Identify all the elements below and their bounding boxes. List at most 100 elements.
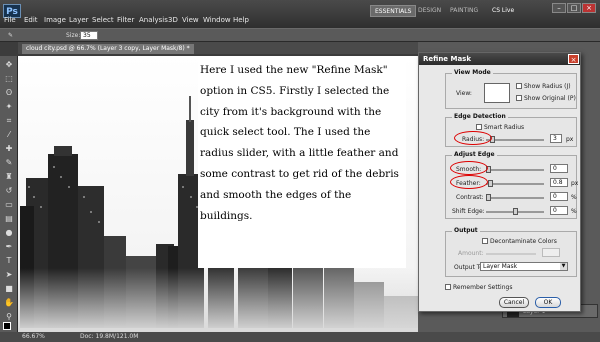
minimize-icon[interactable]: – [552, 3, 566, 13]
document-canvas[interactable]: Here I used the new "Refine Mask" option… [18, 56, 418, 332]
maximize-icon[interactable]: □ [567, 3, 581, 13]
edge-detection-title: Edge Detection [452, 113, 508, 120]
smooth-slider[interactable] [486, 166, 544, 173]
crop-tool-icon[interactable]: ⌗ [4, 116, 14, 126]
contrast-slider-knob[interactable] [486, 194, 491, 201]
amount-input[interactable] [542, 248, 560, 257]
close-icon[interactable]: × [582, 3, 596, 13]
view-mode-title: View Mode [452, 69, 493, 76]
dialog-close-icon[interactable]: × [568, 54, 579, 64]
menu-analysis[interactable]: Analysis [139, 16, 168, 24]
menu-bar: Ps File Edit Image Layer Select Filter A… [0, 0, 600, 28]
radius-highlight-circle [454, 131, 492, 145]
show-radius-label: Show Radius (J) [524, 83, 571, 90]
radius-unit: px [566, 136, 574, 143]
shape-tool-icon[interactable]: ■ [4, 284, 14, 294]
ok-button[interactable]: OK [535, 297, 561, 308]
show-original-label: Show Original (P) [524, 95, 576, 102]
decontaminate-label: Decontaminate Colors [490, 238, 557, 245]
tools-panel: ✥ ⬚ ʘ ✦ ⌗ ⁄ ✚ ✎ ♜ ↺ ▭ ▤ ● ✒ T ➤ ■ ✋ ⚲ [0, 56, 18, 332]
cancel-button[interactable]: Cancel [499, 297, 529, 308]
view-mode-selector[interactable] [484, 83, 510, 103]
refine-mask-dialog: Refine Mask × View Mode View: Show Radiu… [418, 52, 581, 312]
path-select-icon[interactable]: ➤ [4, 270, 14, 280]
foreground-color[interactable] [3, 322, 11, 330]
marquee-tool-icon[interactable]: ⬚ [4, 74, 14, 84]
quick-select-tool-icon[interactable]: ✦ [4, 102, 14, 112]
healing-tool-icon[interactable]: ✚ [4, 144, 14, 154]
type-tool-icon[interactable]: T [4, 256, 14, 266]
shift-edge-unit: % [571, 208, 577, 215]
output-to-select[interactable]: Layer Mask [480, 262, 568, 271]
adjust-edge-group: Adjust Edge Smooth: 0 Feather: 0.8 px Co… [445, 151, 579, 219]
amount-slider[interactable] [486, 253, 536, 255]
adjust-edge-title: Adjust Edge [452, 151, 497, 158]
output-group: Output Decontaminate Colors Amount: Outp… [445, 227, 577, 277]
dialog-title: Refine Mask [419, 53, 580, 65]
workspace-design[interactable]: DESIGN [414, 5, 445, 17]
shift-edge-input[interactable]: 0 [550, 206, 568, 215]
contrast-label: Contrast: [456, 194, 484, 201]
menu-view[interactable]: View [182, 16, 199, 24]
contrast-slider[interactable] [486, 194, 544, 201]
feather-input[interactable]: 0.8 [550, 178, 568, 187]
decontaminate-checkbox[interactable] [482, 238, 488, 244]
zoom-tool-icon[interactable]: ⚲ [4, 312, 14, 322]
shift-edge-slider[interactable] [486, 208, 544, 215]
workspace-painting[interactable]: PAINTING [446, 5, 482, 17]
status-bar: 66.67% Doc: 19.8M/121.0M [0, 332, 600, 342]
menu-file[interactable]: File [4, 16, 16, 24]
edge-detection-group: Edge Detection Smart Radius Radius: 3 px [445, 113, 577, 147]
remember-settings-label: Remember Settings [453, 284, 513, 291]
eraser-tool-icon[interactable]: ▭ [4, 200, 14, 210]
smooth-highlight-circle [450, 161, 488, 175]
move-tool-icon[interactable]: ✥ [4, 60, 14, 70]
shift-edge-slider-knob[interactable] [513, 208, 518, 215]
dodge-tool-icon[interactable]: ● [4, 228, 14, 238]
menu-layer[interactable]: Layer [69, 16, 89, 24]
amount-label: Amount: [458, 250, 484, 257]
document-tab[interactable]: cloud city.psd @ 66.7% (Layer 3 copy, La… [22, 44, 194, 54]
pen-tool-icon[interactable]: ✒ [4, 242, 14, 252]
size-input[interactable]: 35 [80, 31, 98, 40]
hand-tool-icon[interactable]: ✋ [4, 298, 14, 308]
workspace-essentials[interactable]: ESSENTIALS [370, 5, 417, 17]
shift-edge-label: Shift Edge: [452, 208, 485, 215]
menu-help[interactable]: Help [233, 16, 249, 24]
brush-tool-icon[interactable]: ✎ [4, 158, 14, 168]
menu-select[interactable]: Select [92, 16, 114, 24]
view-mode-group: View Mode View: Show Radius (J) Show Ori… [445, 69, 577, 109]
document-size: Doc: 19.8M/121.0M [80, 333, 139, 340]
brush-tool-icon[interactable]: ✎ [8, 32, 13, 39]
zoom-level[interactable]: 66.67% [22, 333, 45, 340]
stamp-tool-icon[interactable]: ♜ [4, 172, 14, 182]
menu-image[interactable]: Image [44, 16, 66, 24]
contrast-input[interactable]: 0 [550, 192, 568, 201]
radius-input[interactable]: 3 [550, 134, 562, 143]
document-tab-bar: cloud city.psd @ 66.7% (Layer 3 copy, La… [18, 42, 418, 54]
eyedropper-tool-icon[interactable]: ⁄ [4, 130, 14, 140]
gradient-tool-icon[interactable]: ▤ [4, 214, 14, 224]
smart-radius-checkbox[interactable] [476, 124, 482, 130]
smooth-input[interactable]: 0 [550, 164, 568, 173]
dropdown-chevron-icon[interactable]: ▼ [560, 263, 567, 270]
menu-window[interactable]: Window [203, 16, 231, 24]
history-brush-icon[interactable]: ↺ [4, 186, 14, 196]
menu-edit[interactable]: Edit [24, 16, 38, 24]
feather-unit: px [571, 180, 579, 187]
cs-live-button[interactable]: CS Live [488, 5, 518, 17]
radius-slider[interactable] [486, 136, 544, 143]
feather-slider[interactable] [486, 180, 544, 187]
output-title: Output [452, 227, 480, 234]
menu-filter[interactable]: Filter [117, 16, 134, 24]
feather-highlight-circle [450, 175, 488, 189]
lasso-tool-icon[interactable]: ʘ [4, 88, 14, 98]
contrast-unit: % [571, 194, 577, 201]
smart-radius-label: Smart Radius [484, 124, 525, 131]
show-radius-checkbox[interactable] [516, 83, 522, 89]
menu-3d[interactable]: 3D [168, 16, 178, 24]
feather-slider-knob[interactable] [488, 180, 493, 187]
remember-settings-checkbox[interactable] [445, 284, 451, 290]
show-original-checkbox[interactable] [516, 95, 522, 101]
tutorial-text-overlay: Here I used the new "Refine Mask" option… [198, 60, 406, 268]
